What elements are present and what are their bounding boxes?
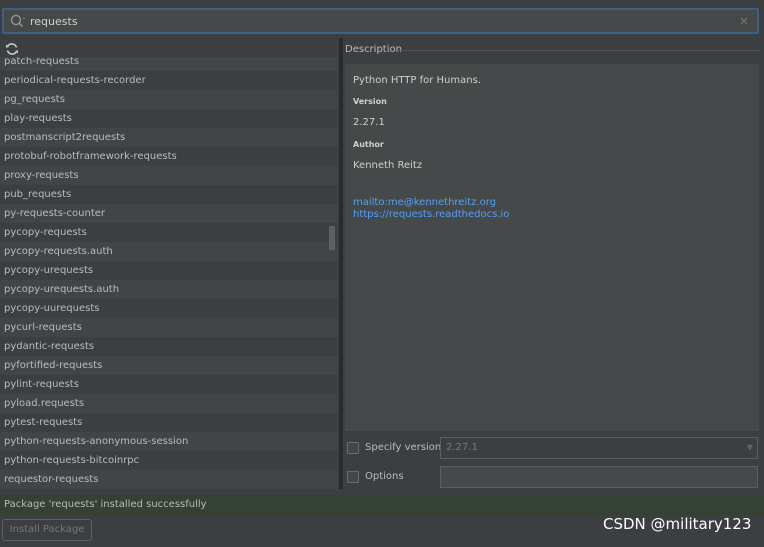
- list-item[interactable]: pytest-requests: [0, 413, 338, 432]
- package-manager-dialog: × patch-requests periodical-requests-rec…: [0, 0, 764, 547]
- panel-splitter[interactable]: [339, 38, 343, 489]
- chevron-down-icon[interactable]: ▼: [747, 438, 753, 458]
- list-item[interactable]: pylint-requests: [0, 375, 338, 394]
- list-item[interactable]: patch-requests: [0, 57, 338, 71]
- list-item[interactable]: python-requests-anonymous-session: [0, 432, 338, 451]
- author-label: Author: [353, 140, 384, 149]
- list-item[interactable]: python-requests-bitcoinrpc: [0, 451, 338, 470]
- homepage-link[interactable]: https://requests.readthedocs.io: [353, 209, 509, 220]
- list-item[interactable]: pycopy-requests.auth: [0, 242, 338, 261]
- list-item[interactable]: pycopy-urequests.auth: [0, 280, 338, 299]
- specify-version-checkbox[interactable]: [347, 442, 359, 454]
- list-item[interactable]: pycurl-requests: [0, 318, 338, 337]
- version-value: 2.27.1: [353, 117, 385, 128]
- options-label: Options: [365, 471, 404, 482]
- install-package-button[interactable]: Install Package: [2, 519, 92, 541]
- search-bar[interactable]: ×: [2, 8, 759, 34]
- list-item[interactable]: pycopy-requests: [0, 223, 338, 242]
- package-summary: Python HTTP for Humans.: [353, 75, 481, 86]
- search-input[interactable]: [30, 11, 730, 31]
- status-bar: Package 'requests' installed successfull…: [0, 495, 764, 515]
- options-checkbox[interactable]: [347, 471, 359, 483]
- list-item[interactable]: pyload.requests: [0, 394, 338, 413]
- package-list[interactable]: patch-requests periodical-requests-recor…: [0, 57, 338, 489]
- list-item[interactable]: pycopy-uurequests: [0, 299, 338, 318]
- list-item[interactable]: py-requests-counter: [0, 204, 338, 223]
- watermark: CSDN @military123: [603, 515, 752, 533]
- list-item[interactable]: proxy-requests: [0, 166, 338, 185]
- list-item[interactable]: requestor-requests: [0, 470, 338, 489]
- version-select-value: 2.27.1: [446, 442, 478, 453]
- list-item[interactable]: play-requests: [0, 109, 338, 128]
- author-value: Kenneth Reitz: [353, 160, 423, 171]
- description-panel: Python HTTP for Humans. Version 2.27.1 A…: [345, 64, 759, 431]
- version-select[interactable]: 2.27.1 ▼: [440, 437, 758, 459]
- list-item[interactable]: postmanscript2requests: [0, 128, 338, 147]
- refresh-icon[interactable]: [5, 42, 19, 56]
- version-label: Version: [353, 97, 387, 106]
- list-item[interactable]: pyfortified-requests: [0, 356, 338, 375]
- list-item[interactable]: protobuf-robotframework-requests: [0, 147, 338, 166]
- search-icon[interactable]: [9, 12, 27, 30]
- clear-search-icon[interactable]: ×: [737, 12, 751, 30]
- list-item[interactable]: periodical-requests-recorder: [0, 71, 338, 90]
- list-item[interactable]: pub_requests: [0, 185, 338, 204]
- list-item[interactable]: pg_requests: [0, 90, 338, 109]
- options-input[interactable]: [440, 466, 758, 488]
- list-item[interactable]: pydantic-requests: [0, 337, 338, 356]
- description-divider: [398, 50, 760, 51]
- author-email-link[interactable]: mailto:me@kennethreitz.org: [353, 197, 496, 208]
- list-scrollbar-thumb[interactable]: [329, 226, 335, 250]
- list-item[interactable]: pycopy-urequests: [0, 261, 338, 280]
- status-message: Package 'requests' installed successfull…: [4, 499, 207, 510]
- description-title: Description: [345, 44, 402, 55]
- specify-version-label: Specify version: [365, 442, 442, 453]
